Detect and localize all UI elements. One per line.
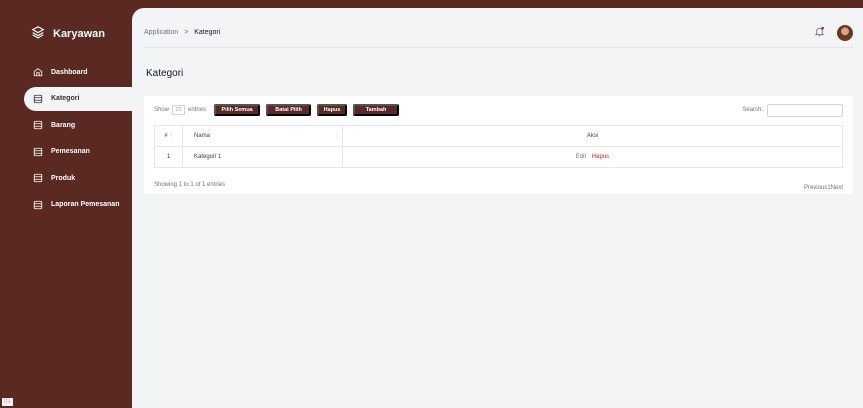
brand[interactable]: Karyawan <box>0 0 132 50</box>
sidebar-item-label: Produk <box>51 174 76 182</box>
sidebar-item-pemesanan[interactable]: Pemesanan <box>0 140 132 164</box>
entries-label: entries <box>188 107 207 113</box>
page-length-select[interactable]: 25 <box>172 105 186 115</box>
page-title: Kategori <box>146 68 184 79</box>
column-label: Aksi <box>586 133 599 139</box>
column-label: Nama <box>194 133 211 139</box>
sidebar-item-label: Pemesanan <box>51 148 90 155</box>
sidebar-item-dashboard[interactable]: Dashboard <box>0 60 132 84</box>
show-label: Show <box>154 107 170 113</box>
topbar: Application > Kategori <box>144 18 853 48</box>
sidebar-item-label: Barang <box>51 121 76 129</box>
database-icon <box>33 147 43 157</box>
avatar[interactable] <box>837 24 853 41</box>
sort-asc-icon: ↑ <box>169 133 173 139</box>
previous-page-link[interactable]: Previous <box>804 185 827 191</box>
topbar-actions <box>814 24 853 42</box>
brand-name: Karyawan <box>53 28 105 40</box>
row-actions: Edit Hapus <box>342 146 843 168</box>
add-button[interactable]: Tambah <box>353 104 400 116</box>
layers-icon <box>31 25 45 44</box>
breadcrumb-current: Kategori <box>194 29 221 36</box>
sort-icon: ↕ <box>335 133 338 139</box>
sidebar-item-label: Kategori <box>51 95 80 102</box>
row-nama: Kategori 1 <box>182 146 343 168</box>
search-input[interactable] <box>767 103 843 117</box>
notification-bell-icon[interactable] <box>814 24 825 42</box>
sidebar-item-label: Dashboard <box>51 68 88 76</box>
sidebar-item-produk[interactable]: Produk <box>0 166 132 190</box>
next-page-link[interactable]: Next <box>831 185 843 191</box>
table-info: Showing 1 to 1 of 1 entries <box>154 182 226 188</box>
database-icon <box>33 173 43 183</box>
database-icon <box>33 94 43 104</box>
search-label: Search: <box>742 107 763 113</box>
sidebar-item-label: Laporan Pemesanan <box>51 201 120 208</box>
breadcrumb: Application > Kategori <box>144 29 220 36</box>
home-icon <box>33 67 43 77</box>
table-header-row: # ↑ Nama ↕ Aksi <box>154 125 843 147</box>
sidebar-item-barang[interactable]: Barang <box>0 113 132 137</box>
delete-link[interactable]: Hapus <box>592 154 609 160</box>
table-controls: Show 25 entries Pilih Semua Batal Pilih … <box>154 103 843 117</box>
row-number: 1 <box>154 146 183 168</box>
sidebar-item-laporan-pemesanan[interactable]: Laporan Pemesanan <box>0 193 132 217</box>
database-icon <box>33 200 43 210</box>
breadcrumb-separator: > <box>184 29 189 36</box>
table-row: 1 Kategori 1 Edit Hapus <box>154 146 843 168</box>
column-label: # <box>164 133 168 139</box>
sidebar: Karyawan Dashboard Kategori Barang Pemes… <box>0 0 132 408</box>
sidebar-item-kategori[interactable]: Kategori <box>24 86 132 111</box>
bottom-corner-tag: Ifa <box>2 398 13 406</box>
edit-link[interactable]: Edit <box>576 154 586 160</box>
column-header-nama[interactable]: Nama ↕ <box>182 125 343 147</box>
breadcrumb-parent[interactable]: Application <box>144 29 178 36</box>
column-header-number[interactable]: # ↑ <box>154 125 183 147</box>
database-icon <box>33 120 43 130</box>
search-wrap: Search: <box>742 103 843 117</box>
kategori-table: # ↑ Nama ↕ Aksi 1 Kategori 1 Edit Hapus <box>154 125 843 168</box>
delete-button[interactable]: Hapus <box>317 104 348 116</box>
app-window: Karyawan Dashboard Kategori Barang Pemes… <box>0 0 863 408</box>
deselect-button[interactable]: Batal Pilih <box>266 104 312 116</box>
data-table-card: Show 25 entries Pilih Semua Batal Pilih … <box>144 96 853 194</box>
column-header-aksi: Aksi <box>342 125 843 147</box>
pagination: Previous 1 Next <box>804 185 843 191</box>
main-content: Application > Kategori Kategori Show 25 … <box>132 8 863 408</box>
sidebar-nav: Dashboard Kategori Barang Pemesanan Prod… <box>0 60 132 217</box>
select-all-button[interactable]: Pilih Semua <box>214 104 261 116</box>
